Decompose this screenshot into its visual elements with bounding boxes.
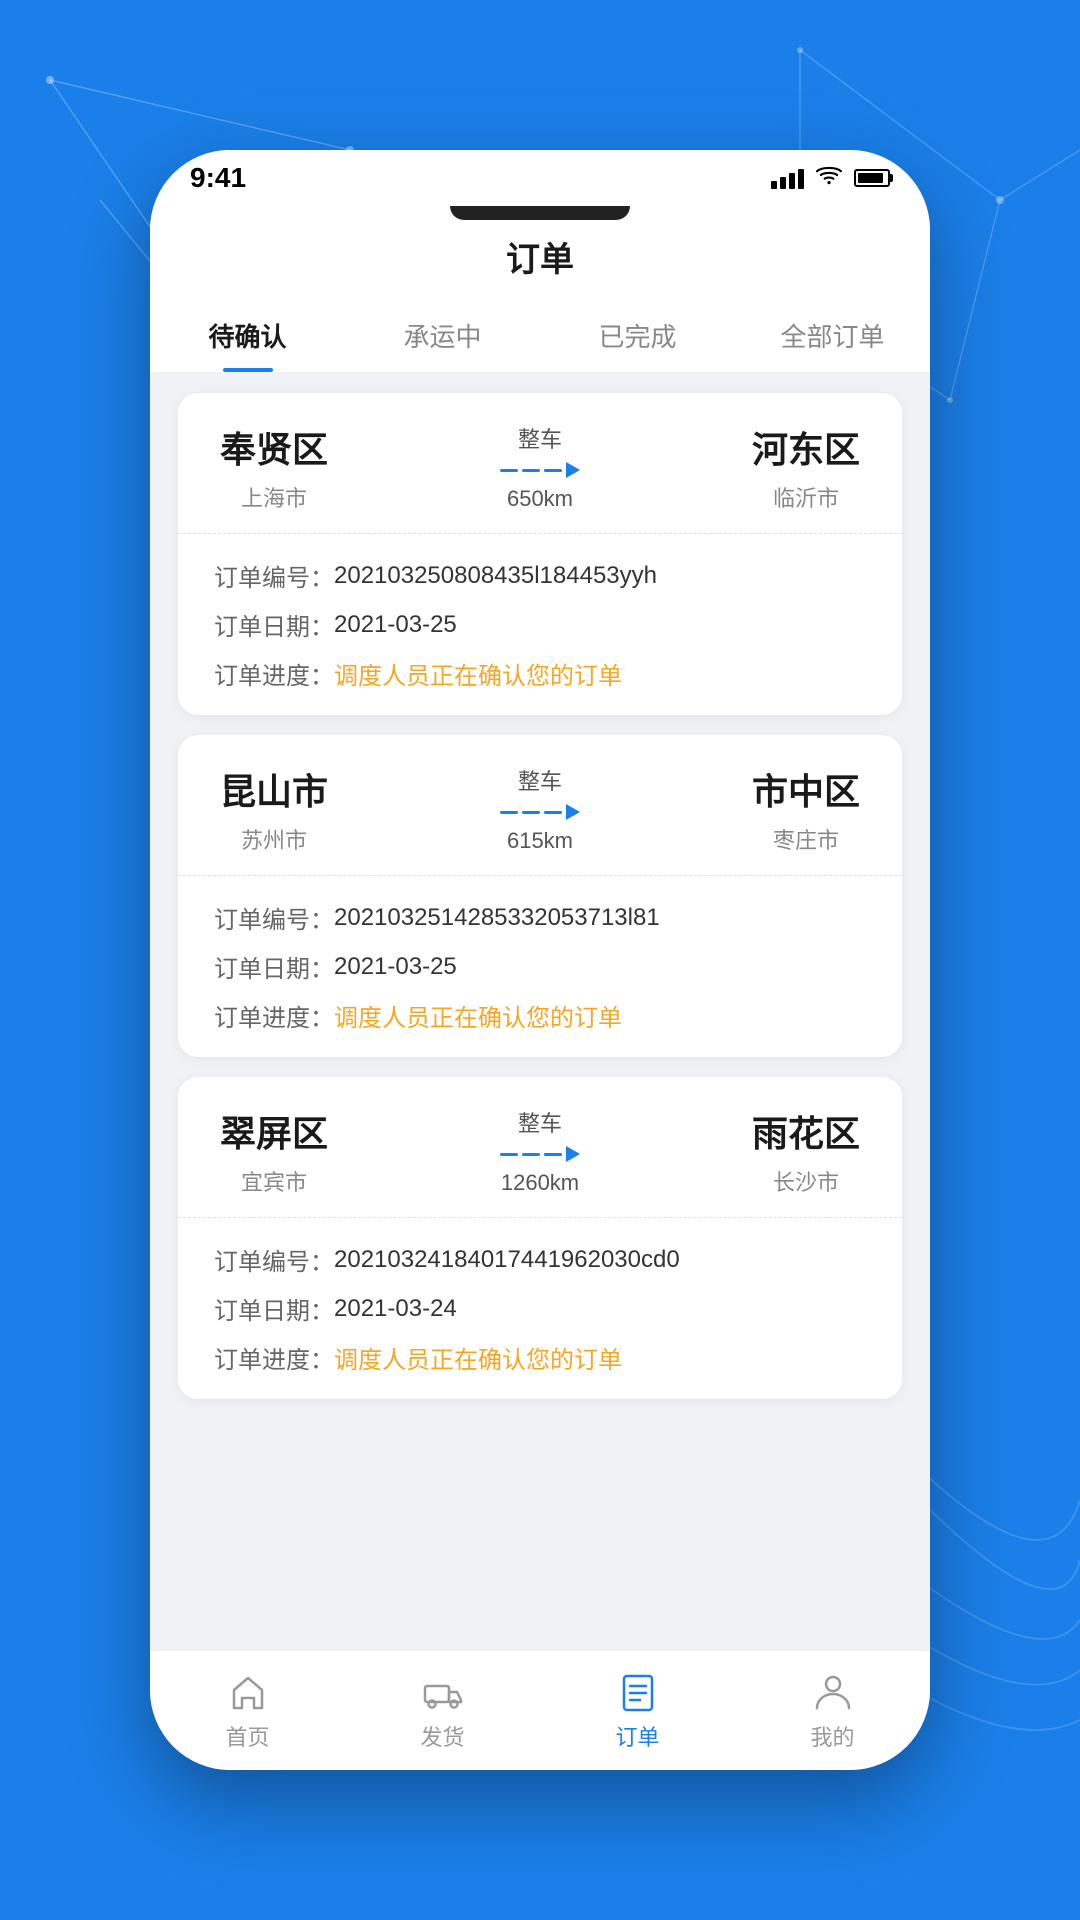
order-details: 订单编号： 20210324184017441962030cd0 订单日期： 2… xyxy=(178,1218,902,1399)
route-section: 昆山市 苏州市 整车 615km xyxy=(178,735,902,876)
order-icon xyxy=(616,1670,660,1714)
order-number-row: 订单编号： 202103250808435l184453yyh xyxy=(214,558,866,593)
route-arrow-icon xyxy=(500,1146,580,1162)
orders-list: 奉贤区 上海市 整车 650km xyxy=(150,373,930,1650)
order-card[interactable]: 昆山市 苏州市 整车 615km xyxy=(178,735,902,1057)
notch-area xyxy=(150,206,930,216)
route-section: 翠屏区 宜宾市 整车 1260km xyxy=(178,1077,902,1218)
phone-frame: 9:41 订单 待确认 xyxy=(150,150,930,1770)
from-location: 昆山市 苏州市 xyxy=(214,763,334,855)
order-number-row: 订单编号： 2021032514285332053713l81 xyxy=(214,900,866,935)
order-number-row: 订单编号： 20210324184017441962030cd0 xyxy=(214,1242,866,1277)
route-info: 整车 650km xyxy=(334,422,746,512)
tabs-container: 待确认 承运中 已完成 全部订单 xyxy=(150,301,930,373)
order-progress-row: 订单进度： 调度人员正在确认您的订单 xyxy=(214,1340,866,1375)
nav-order[interactable]: 订单 xyxy=(588,1670,688,1752)
route-arrow-icon xyxy=(500,804,580,820)
battery-icon xyxy=(854,169,890,187)
order-card[interactable]: 翠屏区 宜宾市 整车 1260km xyxy=(178,1077,902,1399)
to-location: 市中区 枣庄市 xyxy=(746,763,866,855)
home-icon xyxy=(226,1670,270,1714)
status-bar: 9:41 xyxy=(150,150,930,206)
order-progress-row: 订单进度： 调度人员正在确认您的订单 xyxy=(214,998,866,1033)
wifi-icon xyxy=(816,164,842,192)
app-header: 订单 待确认 承运中 已完成 全部订单 xyxy=(150,216,930,373)
tab-completed[interactable]: 已完成 xyxy=(540,301,735,372)
route-info: 整车 1260km xyxy=(334,1106,746,1196)
order-card[interactable]: 奉贤区 上海市 整车 650km xyxy=(178,393,902,715)
order-details: 订单编号： 202103250808435l184453yyh 订单日期： 20… xyxy=(178,534,902,715)
bottom-navigation: 首页 发货 订单 xyxy=(150,1650,930,1770)
profile-icon xyxy=(811,1670,855,1714)
tab-all[interactable]: 全部订单 xyxy=(735,301,930,372)
from-location: 奉贤区 上海市 xyxy=(214,421,334,513)
route-info: 整车 615km xyxy=(334,764,746,854)
route-arrow-icon xyxy=(500,462,580,478)
order-details: 订单编号： 2021032514285332053713l81 订单日期： 20… xyxy=(178,876,902,1057)
order-date-row: 订单日期： 2021-03-24 xyxy=(214,1291,866,1326)
order-date-row: 订单日期： 2021-03-25 xyxy=(214,607,866,642)
tab-pending[interactable]: 待确认 xyxy=(150,301,345,372)
truck-icon xyxy=(421,1670,465,1714)
nav-ship[interactable]: 发货 xyxy=(393,1670,493,1752)
order-progress-row: 订单进度： 调度人员正在确认您的订单 xyxy=(214,656,866,691)
order-date-row: 订单日期： 2021-03-25 xyxy=(214,949,866,984)
to-location: 河东区 临沂市 xyxy=(746,421,866,513)
status-icons xyxy=(771,164,890,192)
nav-mine[interactable]: 我的 xyxy=(783,1670,883,1752)
status-time: 9:41 xyxy=(190,162,246,194)
route-section: 奉贤区 上海市 整车 650km xyxy=(178,393,902,534)
signal-icon xyxy=(771,167,804,189)
tab-transporting[interactable]: 承运中 xyxy=(345,301,540,372)
page-title: 订单 xyxy=(150,232,930,281)
nav-home[interactable]: 首页 xyxy=(198,1670,298,1752)
from-location: 翠屏区 宜宾市 xyxy=(214,1105,334,1197)
to-location: 雨花区 长沙市 xyxy=(746,1105,866,1197)
